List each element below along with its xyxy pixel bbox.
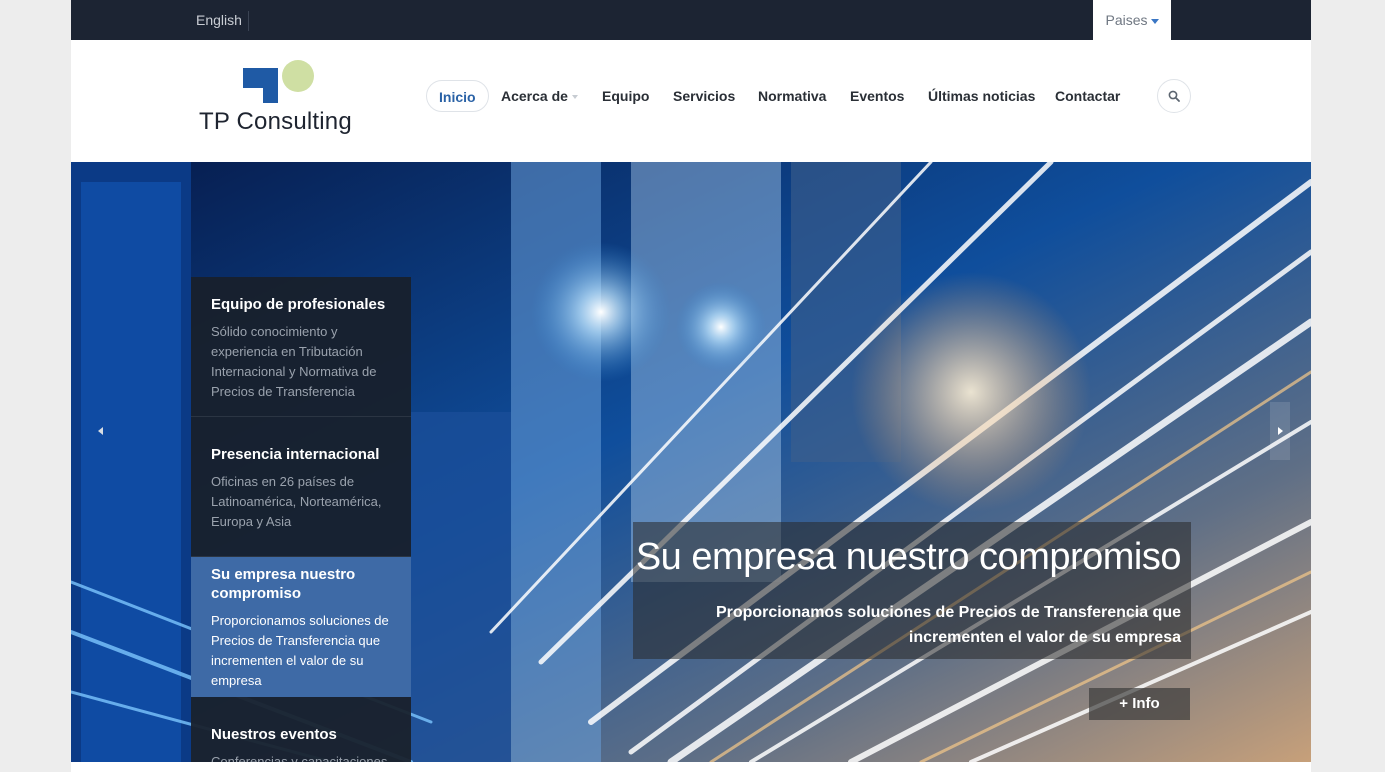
slide-tab-text: Proporcionamos soluciones de Precios de … [211,613,389,688]
logo-mark [263,68,278,103]
logo[interactable]: TP Consulting [196,58,376,138]
page: English Paises TP Consulting Inicio Acer… [71,0,1311,772]
slide-tab-text: Conferencias y capacitaciones [211,754,388,762]
nav-servicios[interactable]: Servicios [673,80,735,112]
more-info-button[interactable]: + Info [1089,688,1190,720]
slide-tab-title: Equipo de profesionales [211,296,386,313]
slide-tab-active[interactable]: Su empresa nuestro compromiso Proporcion… [191,557,411,697]
nav-acerca-de[interactable]: Acerca de [501,80,578,112]
arrow-right-icon [1278,427,1283,435]
logo-text: TP Consulting [199,108,352,135]
nav-inicio[interactable]: Inicio [426,80,489,112]
caption-title: Su empresa nuestro compromiso [635,536,1182,578]
logo-mark [243,68,263,88]
slide-tab[interactable]: Nuestros eventos Conferencias y capacita… [191,697,411,762]
nav-equipo[interactable]: Equipo [602,80,649,112]
slider-next-button[interactable] [1270,402,1290,460]
header: TP Consulting Inicio Acerca de Equipo Se… [71,40,1311,162]
search-button[interactable] [1157,79,1191,113]
slide-tab[interactable]: Presencia internacional Oficinas en 26 p… [191,417,411,557]
logo-circle [282,60,314,92]
arrow-left-icon [98,427,103,435]
language-selector[interactable]: English [196,11,249,31]
nav-eventos[interactable]: Eventos [850,80,904,112]
chevron-down-icon [571,95,578,100]
slide-caption: Su empresa nuestro compromiso Proporcion… [633,522,1191,659]
caption-text: Proporcionamos soluciones de Precios de … [715,604,1181,646]
countries-label: Paises [1105,12,1148,28]
slide-tab-title: Su empresa nuestro compromiso [211,566,356,602]
slide-tab-text: Sólido conocimiento y experiencia en Tri… [211,324,377,399]
nav-contactar[interactable]: Contactar [1055,80,1120,112]
top-bar: English Paises [71,0,1311,40]
slider-prev-button[interactable] [91,402,111,460]
slide-tab-text: Oficinas en 26 países de Latinoamérica, … [211,474,382,529]
search-icon [1168,90,1180,102]
slide-tab[interactable]: Equipo de profesionales Sólido conocimie… [191,277,411,417]
hero-slider: Equipo de profesionales Sólido conocimie… [71,162,1311,762]
slide-tab-title: Presencia internacional [211,446,380,463]
caret-down-icon [1150,18,1159,24]
countries-dropdown[interactable]: Paises [1093,0,1171,40]
slide-tab-title: Nuestros eventos [211,726,337,743]
slider-panel: Equipo de profesionales Sólido conocimie… [191,277,411,762]
nav-acerca-de-label: Acerca de [501,88,568,104]
nav-ultimas-noticias[interactable]: Últimas noticias [928,80,1035,112]
nav-normativa[interactable]: Normativa [758,80,826,112]
